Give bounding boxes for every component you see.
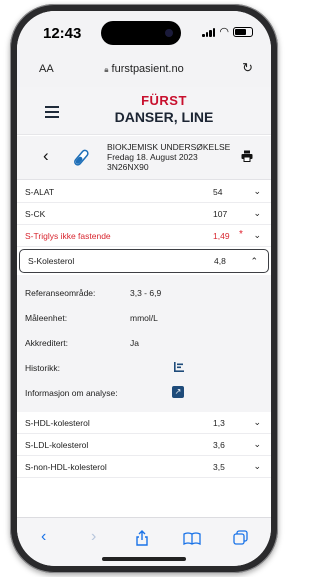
external-link-icon[interactable]: ↗	[172, 386, 184, 398]
result-name: S-Kolesterol	[28, 256, 75, 266]
status-time: 12:43	[43, 25, 82, 42]
chevron-down-icon[interactable]: ⌄	[253, 461, 261, 472]
browser-chrome: 12:43 ◠ AA 🔒︎ furstpasient.no ↻	[17, 11, 271, 87]
bookmarks-icon[interactable]	[183, 532, 201, 545]
menu-icon[interactable]	[45, 106, 59, 121]
result-name: S-ALAT	[25, 187, 55, 197]
result-name: S-LDL-kolesterol	[25, 440, 89, 450]
chevron-down-icon[interactable]: ⌄	[253, 186, 261, 197]
reference-label: Referanseområde:	[25, 288, 96, 298]
order-id: 3N26NX90	[107, 162, 149, 172]
home-indicator	[102, 557, 186, 561]
result-row[interactable]: S-HDL-kolesterol 1,3 ⌄	[17, 412, 271, 434]
back-arrow-icon[interactable]: ‹	[41, 528, 46, 546]
chevron-down-icon[interactable]: ⌄	[253, 230, 261, 241]
url-bar[interactable]: AA 🔒︎ furstpasient.no ↻	[17, 57, 271, 83]
result-name: S-non-HDL-kolesterol	[25, 462, 107, 472]
print-icon[interactable]	[241, 150, 253, 162]
order-header: ‹ BIOKJEMISK UNDERSØKELSE Fredag 18. Aug…	[17, 136, 271, 180]
signal-icon	[202, 27, 216, 37]
lock-icon: 🔒︎	[104, 65, 109, 74]
chevron-down-icon[interactable]: ⌄	[253, 417, 261, 428]
app-header: FÜRST DANSER, LINE	[17, 87, 271, 135]
result-value: 1,49	[213, 231, 230, 241]
order-title: BIOKJEMISK UNDERSØKELSE	[107, 142, 231, 152]
results-list: S-ALAT 54 ⌄ S-CK 107 ⌄ S-Triglys ikke fa…	[17, 181, 271, 478]
result-value: 107	[213, 209, 228, 219]
battery-icon	[233, 27, 253, 37]
result-value: 4,8	[214, 256, 226, 266]
abnormal-flag-icon: *	[239, 229, 243, 240]
phone-frame: 12:43 ◠ AA 🔒︎ furstpasient.no ↻ FÜRST DAN…	[10, 4, 278, 573]
reference-value: 3,3 - 6,9	[130, 288, 162, 298]
result-name: S-HDL-kolesterol	[25, 418, 90, 428]
chevron-up-icon[interactable]: ⌃	[250, 256, 258, 267]
accredited-value: Ja	[130, 338, 139, 348]
history-label: Historikk:	[25, 363, 60, 373]
result-details: Referanseområde: 3,3 - 6,9 Måleenhet: mm…	[17, 275, 271, 412]
info-label: Informasjon om analyse:	[25, 388, 118, 398]
history-chart-icon[interactable]	[173, 361, 185, 373]
result-row-expanded[interactable]: S-Kolesterol 4,8 ⌃	[19, 249, 269, 273]
unit-label: Måleenhet:	[25, 313, 68, 323]
result-value: 3,6	[213, 440, 225, 450]
dynamic-island	[101, 21, 181, 45]
unit-value: mmol/L	[130, 313, 158, 323]
reload-icon[interactable]: ↻	[242, 60, 253, 76]
patient-name: DANSER, LINE	[114, 109, 214, 125]
result-value: 54	[213, 187, 223, 197]
chevron-down-icon[interactable]: ⌄	[253, 439, 261, 450]
test-tube-icon	[74, 149, 89, 166]
wifi-icon: ◠	[219, 26, 229, 38]
url-text[interactable]: furstpasient.no	[112, 63, 184, 75]
screen: 12:43 ◠ AA 🔒︎ furstpasient.no ↻ FÜRST DAN…	[17, 11, 271, 566]
brand-logo: FÜRST	[141, 93, 187, 108]
result-name: S-Triglys ikke fastende	[25, 231, 111, 241]
result-row[interactable]: S-ALAT 54 ⌄	[17, 181, 271, 203]
tabs-icon[interactable]	[233, 530, 248, 545]
share-icon[interactable]	[135, 530, 149, 546]
result-row[interactable]: S-CK 107 ⌄	[17, 203, 271, 225]
forward-arrow-icon[interactable]: ›	[91, 528, 96, 546]
result-row-abnormal[interactable]: S-Triglys ikke fastende 1,49 * ⌄	[17, 225, 271, 247]
result-name: S-CK	[25, 209, 46, 219]
result-row[interactable]: S-LDL-kolesterol 3,6 ⌄	[17, 434, 271, 456]
chevron-down-icon[interactable]: ⌄	[253, 208, 261, 219]
accredited-label: Akkreditert:	[25, 338, 68, 348]
result-value: 3,5	[213, 462, 225, 472]
order-date: Fredag 18. August 2023	[107, 152, 198, 162]
result-value: 1,3	[213, 418, 225, 428]
status-icons: ◠	[202, 26, 253, 38]
result-row[interactable]: S-non-HDL-kolesterol 3,5 ⌄	[17, 456, 271, 478]
back-chevron-icon[interactable]: ‹	[43, 146, 49, 166]
